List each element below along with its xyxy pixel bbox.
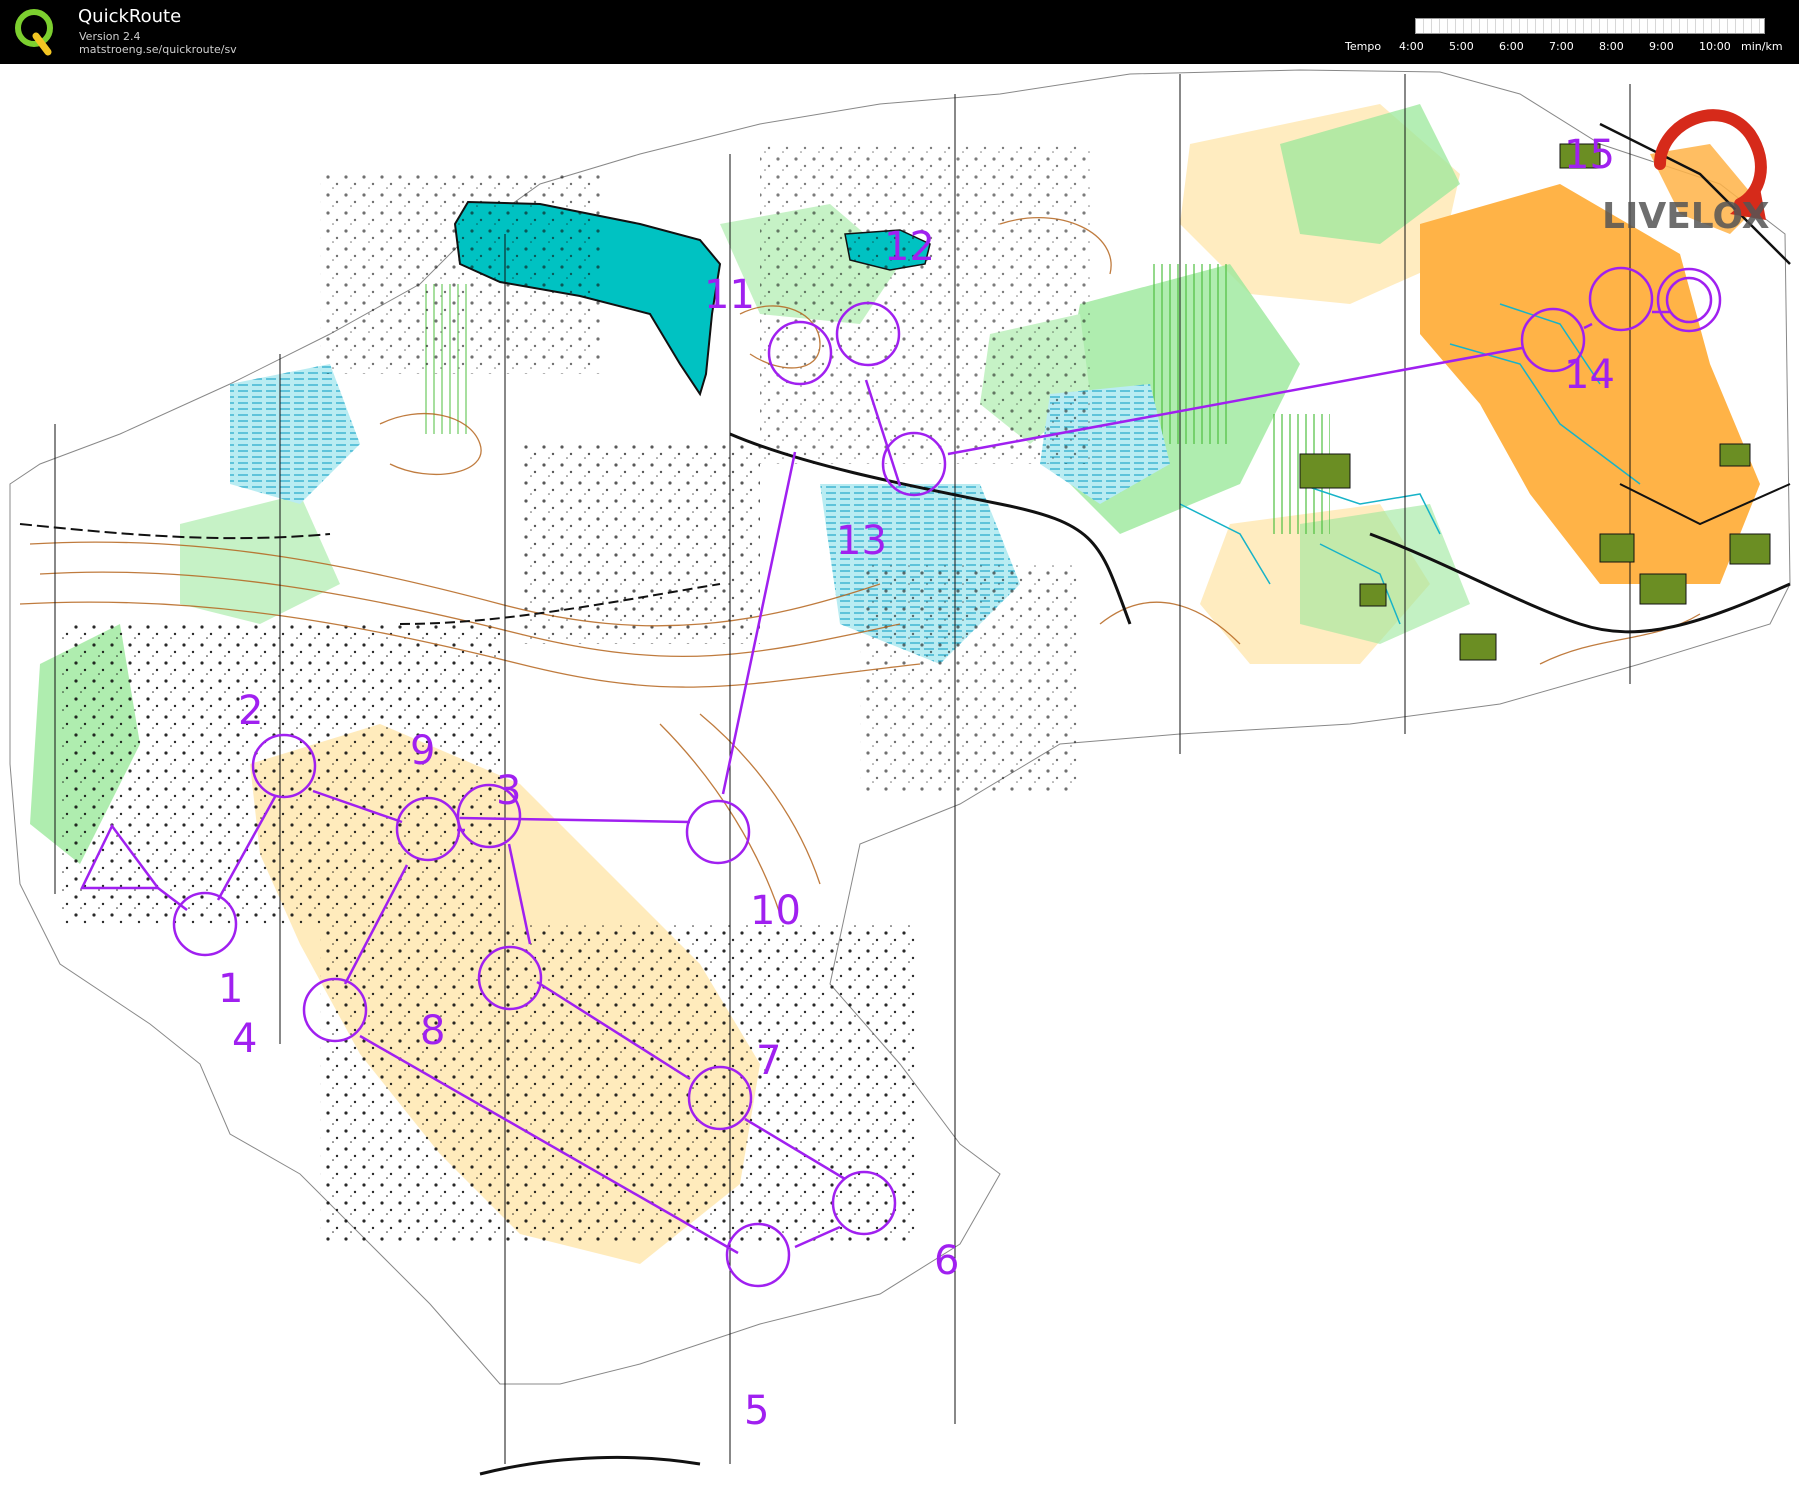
app-title: QuickRoute bbox=[78, 6, 182, 27]
control-number-2: 2 bbox=[238, 688, 263, 734]
control-number-15: 15 bbox=[1564, 132, 1615, 178]
rocky-ground bbox=[320, 924, 920, 1244]
control-number-12: 12 bbox=[884, 224, 935, 270]
tempo-tick: 10:00 bbox=[1699, 40, 1731, 53]
tempo-label: Tempo bbox=[1345, 40, 1382, 53]
control-number-10: 10 bbox=[750, 888, 801, 934]
tempo-scale-bar bbox=[1415, 18, 1765, 34]
orienteering-map[interactable]: 1 2 3 4 5 6 7 8 9 10 11 12 13 14 15 LIVE… bbox=[0, 64, 1799, 1492]
control-number-3: 3 bbox=[496, 768, 521, 814]
quickroute-logo bbox=[15, 9, 53, 56]
rocky-ground bbox=[320, 174, 600, 374]
tempo-tick: 7:00 bbox=[1549, 40, 1574, 53]
tempo-tick: 8:00 bbox=[1599, 40, 1624, 53]
control-number-6: 6 bbox=[934, 1238, 959, 1284]
tempo-legend: Tempo 4:00 5:00 6:00 7:00 8:00 9:00 10:0… bbox=[1345, 12, 1785, 56]
control-number-5: 5 bbox=[744, 1388, 769, 1434]
undergrowth-area bbox=[1150, 264, 1230, 444]
rocky-ground bbox=[860, 564, 1080, 794]
control-number-7: 7 bbox=[756, 1038, 781, 1084]
tempo-unit: min/km bbox=[1741, 40, 1783, 53]
control-number-11: 11 bbox=[704, 272, 755, 318]
tempo-tick: 9:00 bbox=[1649, 40, 1674, 53]
map-canvas[interactable]: 1 2 3 4 5 6 7 8 9 10 11 12 13 14 15 LIVE… bbox=[0, 64, 1799, 1492]
tempo-tick: 4:00 bbox=[1399, 40, 1424, 53]
control-number-4: 4 bbox=[232, 1016, 257, 1062]
tempo-tick: 6:00 bbox=[1499, 40, 1524, 53]
rocky-ground bbox=[520, 444, 760, 644]
control-number-13: 13 bbox=[836, 518, 887, 564]
livelox-wordmark: LIVELOX bbox=[1602, 196, 1770, 237]
rocky-ground bbox=[760, 144, 1090, 464]
app-header: QuickRoute Version 2.4 matstroeng.se/qui… bbox=[0, 0, 1799, 64]
control-number-9: 9 bbox=[410, 728, 435, 774]
control-number-8: 8 bbox=[420, 1008, 445, 1054]
control-number-14: 14 bbox=[1564, 352, 1615, 398]
app-url: matstroeng.se/quickroute/sv bbox=[79, 43, 237, 56]
tempo-tick: 5:00 bbox=[1449, 40, 1474, 53]
control-number-1: 1 bbox=[218, 966, 243, 1012]
app-version: Version 2.4 bbox=[79, 30, 141, 43]
